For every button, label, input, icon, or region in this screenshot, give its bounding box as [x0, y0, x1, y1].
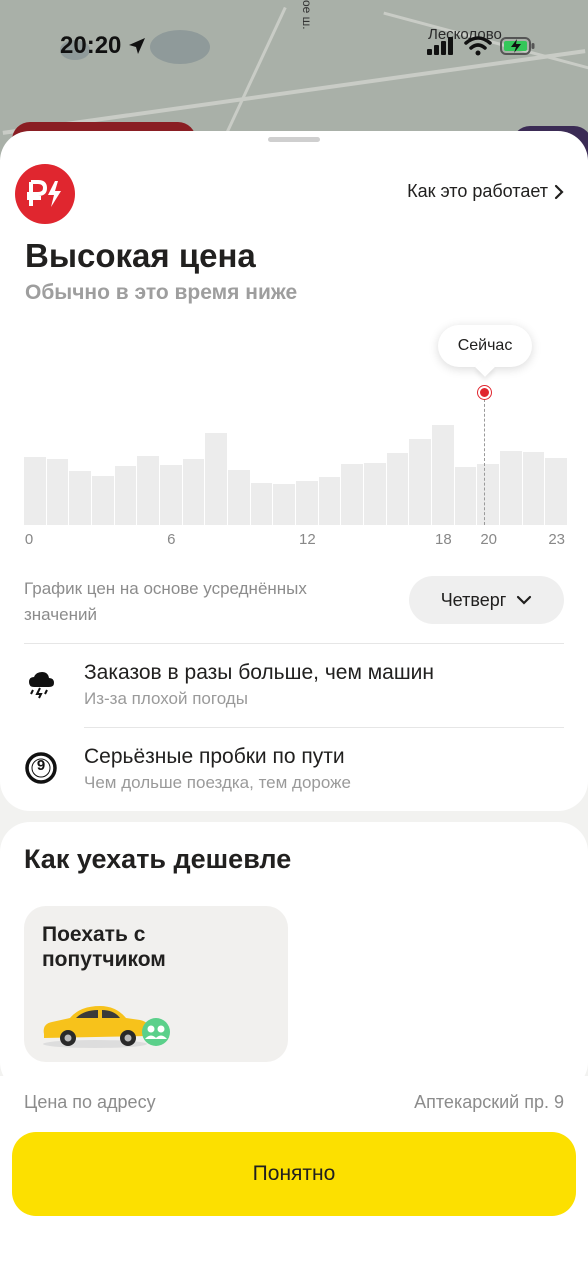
- divider: [84, 727, 564, 728]
- wifi-icon: [464, 36, 492, 56]
- chart-bar-hour-10: [250, 483, 273, 525]
- high-price-badge: [15, 164, 75, 224]
- chart-bar-hour-16: [386, 452, 409, 525]
- divider: [24, 643, 564, 644]
- how-it-works-label: Как это работает: [407, 181, 548, 201]
- chart-bar-hour-21: [500, 450, 522, 525]
- chart-bar-hour-7: [182, 458, 205, 525]
- chart-bar-hour-14: [341, 463, 363, 525]
- ride-with-companion-option[interactable]: Поехать с попутчиком: [24, 906, 288, 1062]
- chart-bar-hour-11: [273, 484, 295, 525]
- surge-info-sheet: Как это работает Высокая цена Обычно в э…: [0, 131, 588, 811]
- battery-charging-icon: [500, 37, 535, 55]
- chart-bar-hour-17: [409, 439, 431, 525]
- chart-bar-hour-5: [137, 455, 159, 525]
- status-time: 20:20: [60, 32, 147, 60]
- chart-bar-hour-19: [454, 466, 477, 525]
- chart-bar-hour-0: [24, 456, 46, 525]
- chart-bar-hour-22: [522, 451, 545, 525]
- chart-bar-hour-9: [228, 469, 250, 525]
- chart-bar-hour-18: [432, 425, 454, 525]
- now-marker-dot: [478, 386, 491, 399]
- ruble-lightning-icon: [27, 180, 61, 207]
- now-label: Сейчас: [438, 325, 532, 367]
- storm-cloud-icon: [24, 667, 58, 701]
- day-selector[interactable]: Четверг: [409, 576, 564, 624]
- chart-bar-hour-15: [364, 462, 386, 525]
- chart-bar-hour-3: [92, 476, 114, 525]
- ok-button[interactable]: Понятно: [12, 1132, 576, 1216]
- location-arrow-icon: [129, 38, 146, 54]
- clock: 20:20: [60, 32, 122, 59]
- chart-bar-hour-12: [296, 481, 318, 525]
- reason-title: Серьёзные пробки по пути: [84, 745, 345, 768]
- reason-subtitle: Из-за плохой погоды: [84, 689, 248, 708]
- chart-tick-label: 23: [548, 531, 565, 548]
- how-it-works-link[interactable]: Как это работает: [407, 181, 564, 202]
- reason-subtitle: Чем дольше поездка, тем дороже: [84, 773, 351, 792]
- address-value: Аптекарский пр. 9: [414, 1092, 564, 1112]
- sheet-grabber[interactable]: [268, 137, 320, 142]
- cheaper-options-card: Как уехать дешевле Поехать с попутчиком: [0, 822, 588, 1092]
- cellular-signal-icon: [427, 37, 453, 55]
- address-label: Цена по адресу: [24, 1092, 156, 1112]
- chart-bar-hour-6: [160, 464, 182, 525]
- chart-bar-hour-23: [545, 457, 567, 525]
- bottom-panel: Цена по адресу Аптекарский пр. 9 Понятно: [0, 1076, 588, 1280]
- chart-bar-hour-20: [477, 463, 499, 525]
- chart-bar-hour-13: [318, 477, 341, 525]
- chart-tick-label: 6: [167, 531, 176, 548]
- traffic-icon: 9: [24, 751, 58, 785]
- page-subtitle: Обычно в это время ниже: [25, 281, 298, 304]
- chart-tick-label: 0: [24, 531, 34, 548]
- chart-bar-hour-1: [46, 458, 69, 525]
- status-bar: 20:20: [0, 0, 588, 96]
- chart-bar-hour-2: [69, 471, 91, 525]
- now-marker-line: [484, 399, 485, 525]
- reason-item: Заказов в разы больше, чем машин Из-за п…: [24, 661, 564, 721]
- chart-bar-hour-4: [114, 465, 137, 525]
- chevron-down-icon: [517, 595, 532, 605]
- chart-tick-label: 18: [434, 531, 452, 548]
- reason-title: Заказов в разы больше, чем машин: [84, 661, 435, 684]
- reason-item: 9 Серьёзные пробки по пути Чем дольше по…: [24, 745, 564, 805]
- day-selector-label: Четверг: [440, 589, 507, 610]
- price-chart: 0 6 12 18 20 23 Сейчас: [0, 311, 588, 561]
- chevron-right-icon: [554, 184, 564, 199]
- chart-tick-label: 20: [480, 531, 497, 548]
- cheaper-heading: Как уехать дешевле: [24, 844, 292, 874]
- page-title: Высокая цена: [25, 237, 256, 274]
- chart-tick-label: 12: [298, 531, 316, 548]
- chart-bar-hour-8: [205, 433, 227, 525]
- option-title: Поехать с попутчиком: [42, 923, 166, 971]
- chart-note: График цен на основе усреднённых значени…: [24, 579, 307, 624]
- car-with-companion-icon: [43, 1006, 170, 1048]
- traffic-score: 9: [36, 757, 46, 774]
